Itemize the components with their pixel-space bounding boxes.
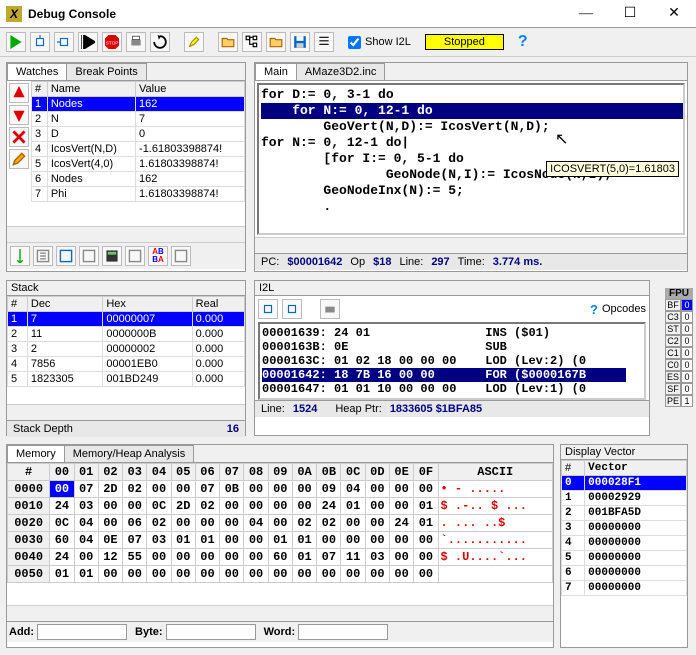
main-toolbar: STOP Show I2L Stopped ? bbox=[0, 28, 696, 57]
vector-row[interactable]: 600000000 bbox=[562, 566, 687, 581]
watch-tool-1[interactable] bbox=[10, 246, 30, 266]
source-code[interactable]: for D:= 0, 3-1 do for N:= 0, 12-1 do Geo… bbox=[259, 85, 683, 217]
move-down-button[interactable] bbox=[9, 105, 29, 125]
list-button[interactable] bbox=[314, 32, 334, 52]
i2l-tool-1[interactable] bbox=[258, 299, 278, 319]
vector-pane: Display Vector #Vector 0000028F110000292… bbox=[560, 444, 688, 648]
watch-row[interactable]: 1Nodes162 bbox=[32, 97, 245, 112]
tab-breakpoints[interactable]: Break Points bbox=[66, 63, 146, 80]
watches-pane: Watches Break Points #NameValue 1Nodes16… bbox=[6, 62, 246, 272]
scrollbar-h[interactable] bbox=[255, 237, 687, 253]
opcodes-label[interactable]: Opcodes bbox=[602, 303, 646, 315]
watch-row[interactable]: 4IcosVert(N,D)-1.61803398874! bbox=[32, 142, 245, 157]
watch-row[interactable]: 6Nodes162 bbox=[32, 172, 245, 187]
watch-tool-4[interactable] bbox=[79, 246, 99, 266]
memory-table[interactable]: #000102030405060708090A0B0C0D0E0FASCII00… bbox=[7, 463, 553, 583]
app-icon: X bbox=[6, 6, 22, 22]
stack-row[interactable]: 17000000070.000 bbox=[8, 312, 245, 327]
memory-row[interactable]: 003060040E07030101000001010000000000`...… bbox=[8, 532, 553, 549]
stack-row[interactable]: 4785600001EB00.000 bbox=[8, 357, 245, 372]
step-into-button[interactable] bbox=[54, 32, 74, 52]
i2l-tool-2[interactable] bbox=[282, 299, 302, 319]
refresh-button[interactable] bbox=[150, 32, 170, 52]
step-over-button[interactable] bbox=[30, 32, 50, 52]
tab-heap[interactable]: Memory/Heap Analysis bbox=[64, 445, 195, 462]
cursor-icon: ↖ bbox=[555, 129, 568, 149]
show-i2l-label: Show I2L bbox=[365, 36, 411, 48]
print-button[interactable] bbox=[126, 32, 146, 52]
watch-tool-2[interactable] bbox=[33, 246, 53, 266]
vector-row[interactable]: 2001BFA5D bbox=[562, 506, 687, 521]
stack-table: #DecHexReal 17000000070.0002110000000B0.… bbox=[7, 296, 245, 387]
stop-button[interactable]: STOP bbox=[102, 32, 122, 52]
svg-text:STOP: STOP bbox=[106, 40, 119, 45]
open-button[interactable] bbox=[218, 32, 238, 52]
scrollbar-h[interactable] bbox=[7, 605, 553, 621]
fpu-panel: FPU BF0C30ST0C20C10C00ES0SF0PE1 bbox=[665, 288, 693, 407]
memory-row[interactable]: 000000072D020000070B0000000904000000• - … bbox=[8, 481, 553, 498]
i2l-title: I2L bbox=[255, 281, 649, 296]
source-pane: Main AMaze3D2.inc for D:= 0, 3-1 do for … bbox=[254, 62, 688, 272]
restart-button[interactable] bbox=[78, 32, 98, 52]
i2l-help-button[interactable]: ? bbox=[590, 302, 598, 317]
vector-row[interactable]: 500000000 bbox=[562, 551, 687, 566]
watch-row[interactable]: 5IcosVert(4,0)1.61803398874! bbox=[32, 157, 245, 172]
memory-row[interactable]: 0010240300000C2D02000000002401000001$ .-… bbox=[8, 498, 553, 515]
stack-row[interactable]: 32000000020.000 bbox=[8, 342, 245, 357]
stack-pane: Stack #DecHexReal 17000000070.0002110000… bbox=[6, 280, 246, 436]
vector-row[interactable]: 300000000 bbox=[562, 521, 687, 536]
i2l-pane: I2L ? Opcodes 00001639: 24 01 INS ($01)0… bbox=[254, 280, 650, 436]
minimize-button[interactable]: — bbox=[564, 0, 608, 28]
status-indicator: Stopped bbox=[425, 34, 504, 50]
vector-row[interactable]: 400000000 bbox=[562, 536, 687, 551]
help-button[interactable]: ? bbox=[518, 33, 528, 51]
add-input[interactable] bbox=[37, 624, 127, 640]
show-i2l-checkbox[interactable] bbox=[348, 36, 361, 49]
scrollbar-h[interactable] bbox=[7, 404, 245, 420]
stack-row[interactable]: 51823305001BD2490.000 bbox=[8, 372, 245, 387]
watch-tool-7[interactable]: ABBA bbox=[148, 246, 168, 266]
highlight-button[interactable] bbox=[184, 32, 204, 52]
watch-tool-8[interactable] bbox=[171, 246, 191, 266]
tree-button[interactable] bbox=[242, 32, 262, 52]
vector-row[interactable]: 0000028F1 bbox=[562, 476, 687, 491]
value-tooltip: ICOSVERT(5,0)=1.61803 bbox=[546, 161, 679, 177]
byte-input[interactable] bbox=[166, 624, 256, 640]
close-button[interactable]: ✕ bbox=[652, 0, 696, 28]
tab-main[interactable]: Main bbox=[255, 63, 297, 80]
folder-button[interactable] bbox=[266, 32, 286, 52]
vector-row[interactable]: 700000000 bbox=[562, 581, 687, 596]
tab-memory[interactable]: Memory bbox=[7, 445, 65, 462]
tab-amaze[interactable]: AMaze3D2.inc bbox=[296, 63, 386, 80]
maximize-button[interactable]: ☐ bbox=[608, 0, 652, 28]
stack-row[interactable]: 2110000000B0.000 bbox=[8, 327, 245, 342]
watch-tool-calc[interactable] bbox=[102, 246, 122, 266]
watches-table: #NameValue 1Nodes1622N73D04IcosVert(N,D)… bbox=[31, 81, 245, 202]
save-button[interactable] bbox=[290, 32, 310, 52]
vector-table: #Vector 0000028F11000029292001BFA5D30000… bbox=[561, 460, 687, 596]
scrollbar-h[interactable] bbox=[7, 226, 245, 242]
source-status: PC:$00001642 Op$18 Line:297 Time:3.774 m… bbox=[255, 253, 687, 270]
watch-tool-3[interactable] bbox=[56, 246, 76, 266]
word-input[interactable] bbox=[298, 624, 388, 640]
memory-row[interactable]: 00200C040006020000000400020200002401. ..… bbox=[8, 515, 553, 532]
edit-watch-button[interactable] bbox=[9, 149, 29, 169]
stack-title: Stack bbox=[7, 281, 245, 296]
window-title: Debug Console bbox=[28, 7, 564, 21]
watch-row[interactable]: 7Phi1.61803398874! bbox=[32, 187, 245, 202]
watch-row[interactable]: 2N7 bbox=[32, 112, 245, 127]
watch-row[interactable]: 3D0 bbox=[32, 127, 245, 142]
memory-row[interactable]: 005001010000000000000000000000000000 bbox=[8, 566, 553, 583]
run-button[interactable] bbox=[6, 32, 26, 52]
watch-tool-6[interactable] bbox=[125, 246, 145, 266]
i2l-listing[interactable]: 00001639: 24 01 INS ($01)0000163B: 0E SU… bbox=[260, 324, 644, 398]
memory-row[interactable]: 004024001255000000000060010711030000$ .U… bbox=[8, 549, 553, 566]
titlebar: X Debug Console — ☐ ✕ bbox=[0, 0, 696, 28]
tab-watches[interactable]: Watches bbox=[7, 63, 67, 80]
i2l-print-button[interactable] bbox=[320, 299, 340, 319]
memory-pane: Memory Memory/Heap Analysis #00010203040… bbox=[6, 444, 554, 648]
vector-row[interactable]: 100002929 bbox=[562, 491, 687, 506]
delete-watch-button[interactable] bbox=[9, 127, 29, 147]
move-up-button[interactable] bbox=[9, 83, 29, 103]
